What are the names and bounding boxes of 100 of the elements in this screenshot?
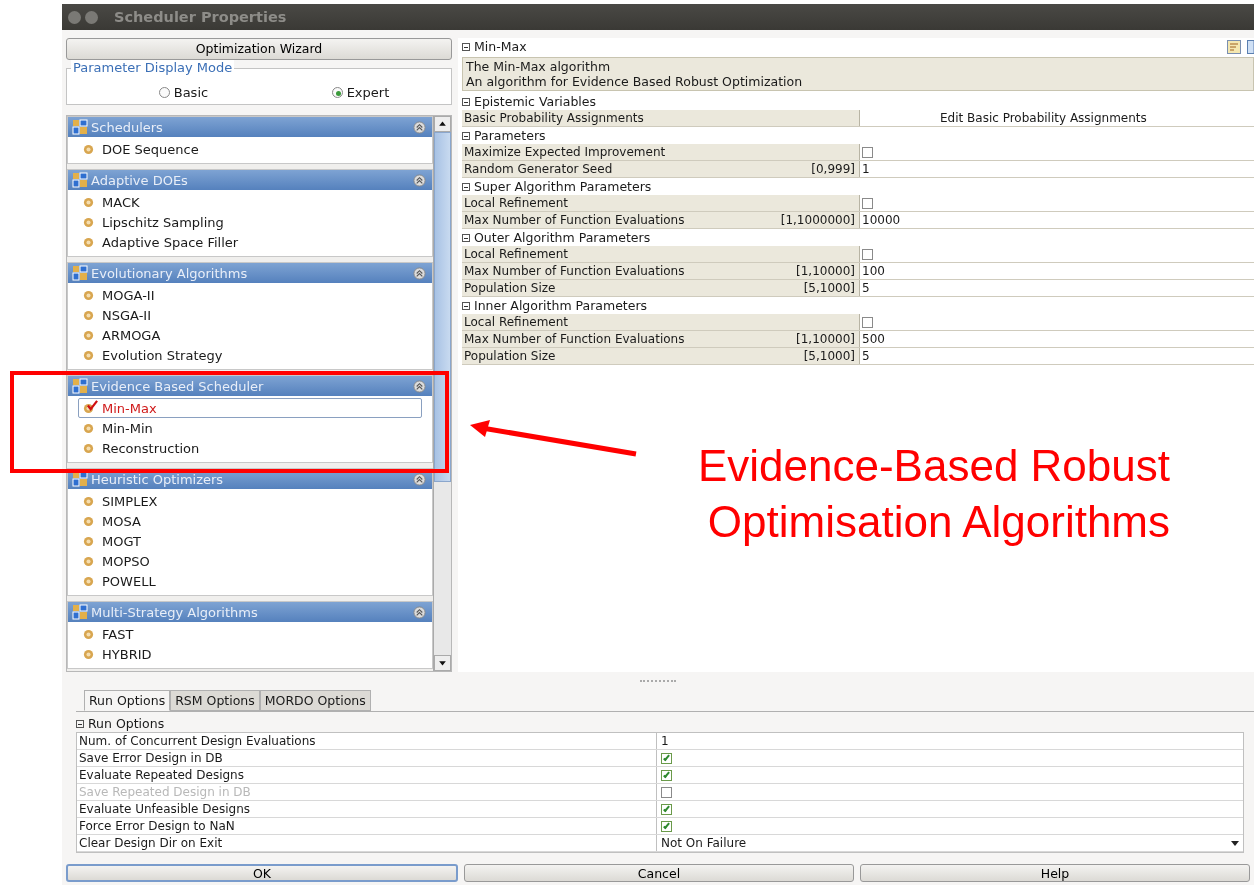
checkbox[interactable] [862,197,873,209]
radio-icon[interactable] [331,86,343,98]
tab[interactable]: Run Options [84,690,171,711]
algorithm-item[interactable]: FAST [78,624,422,645]
value-field[interactable]: 10000 [862,213,901,227]
grid-icon [72,471,88,488]
algorithm-item[interactable]: Adaptive Space Filler [78,232,422,253]
algorithm-item[interactable]: SIMPLEX [78,491,422,512]
algorithm-item[interactable]: HYBRID [78,644,422,665]
section-title: Run Options [88,716,165,731]
option-label: Save Repeated Design in DB [79,785,251,799]
algorithm-item[interactable]: POWELL [78,571,422,592]
range-text: [5,1000] [803,281,855,295]
item-label: MOGA-II [102,287,155,303]
section-title: Outer Algorithm Parameters [474,230,651,245]
value-field[interactable]: 100 [862,264,885,278]
description-text: An algorithm for Evidence Based Robust Optimization [466,74,804,89]
item-label: FAST [102,626,134,642]
property-label: Max Number of Function Evaluations [464,264,685,278]
value-field[interactable]: 1 [661,734,669,748]
item-label: Lipschitz Sampling [102,214,224,230]
gear-icon [83,329,94,341]
checkbox[interactable] [661,803,672,815]
item-label: Adaptive Space Filler [102,234,239,250]
collapse-icon[interactable] [76,719,84,728]
wizard-button[interactable]: Optimization Wizard [66,38,452,60]
item-label: SIMPLEX [102,493,158,509]
algorithm-item[interactable]: Evolution Strategy [78,345,422,366]
value-field[interactable]: 1 [862,162,870,176]
scroll-thumb[interactable] [434,132,451,483]
sort-icon[interactable] [1227,39,1241,54]
dialog-button[interactable]: OK [66,864,458,882]
grid-icon [72,172,88,189]
range-text: [0,999] [811,162,855,176]
item-label: ARMOGA [102,327,161,343]
collapse-icon[interactable] [462,233,470,242]
window-title: Scheduler Properties [114,9,287,25]
dialog-button[interactable]: Help [860,864,1250,882]
item-label: Evolution Strategy [102,347,223,363]
property-label: Maximize Expected Improvement [464,145,666,159]
splitter-handle[interactable] [640,680,676,682]
scrollbar[interactable] [433,116,451,671]
item-label: HYBRID [102,646,152,662]
algorithm-item[interactable]: Min-Min [78,418,422,439]
group-title: Heuristic Optimizers [91,471,225,487]
minimize-icon[interactable] [85,10,98,24]
gear-icon [83,309,94,321]
checkbox[interactable] [862,316,873,328]
edit-button[interactable]: Edit Basic Probability Assignments [862,111,1147,125]
range-text: [1,10000] [796,332,855,346]
value-field[interactable]: 5 [862,281,870,295]
scroll-up-icon[interactable] [434,116,451,133]
checkbox[interactable] [661,752,672,764]
algorithm-item[interactable]: Min-Max [78,398,422,419]
algorithm-item[interactable]: NSGA-II [78,305,422,326]
value-field[interactable]: 500 [862,332,885,346]
scroll-down-icon[interactable] [434,655,451,671]
tab[interactable]: MORDO Options [259,690,371,711]
radio-option[interactable]: Expert [331,84,390,100]
checkbox[interactable] [862,146,873,158]
algorithm-item[interactable]: ARMOGA [78,325,422,346]
property-label: Max Number of Function Evaluations [464,213,685,227]
close-icon[interactable] [68,10,81,24]
group-title: Evolutionary Algorithms [91,265,249,281]
radio-option[interactable]: Basic [158,84,209,100]
algorithm-item[interactable]: MOSA [78,511,422,532]
algorithm-item[interactable]: MACK [78,192,422,213]
dialog-button[interactable]: Cancel [464,864,854,882]
tab[interactable]: RSM Options [170,690,260,711]
section-title: Inner Algorithm Parameters [474,298,648,313]
gear-icon [83,422,94,434]
algorithm-item[interactable]: MOGA-II [78,285,422,306]
description-text: The Min-Max algorithm [466,59,612,74]
algorithm-item[interactable]: DOE Sequence [78,139,422,160]
section-title: Parameters [474,128,546,143]
collapse-icon[interactable] [462,42,470,51]
gear-icon [83,535,94,547]
item-label: Min-Min [102,420,153,436]
checkbox[interactable] [661,820,672,832]
algorithm-item[interactable]: Lipschitz Sampling [78,212,422,233]
value-field[interactable]: 5 [862,349,870,363]
radio-icon[interactable] [158,86,170,98]
collapse-icon[interactable] [462,131,470,140]
collapse-icon[interactable] [462,301,470,310]
algorithm-item[interactable]: MOPSO [78,551,422,572]
range-text: [1,1000000] [780,213,855,227]
item-label: Min-Max [102,400,157,416]
property-label: Basic Probability Assignments [464,111,644,125]
dropdown[interactable]: Not On Failure [661,836,1243,850]
algorithm-title: Min-Max [474,39,527,54]
gear-icon [83,555,94,567]
collapse-icon[interactable] [462,182,470,191]
collapse-icon[interactable] [462,97,470,106]
algorithm-item[interactable]: MOGT [78,531,422,552]
checkbox[interactable] [661,769,672,781]
algorithm-item[interactable]: Reconstruction [78,438,422,459]
gear-icon [83,628,94,640]
checkbox[interactable] [862,248,873,260]
property-label: Population Size [464,281,556,295]
grid-icon [72,119,88,136]
